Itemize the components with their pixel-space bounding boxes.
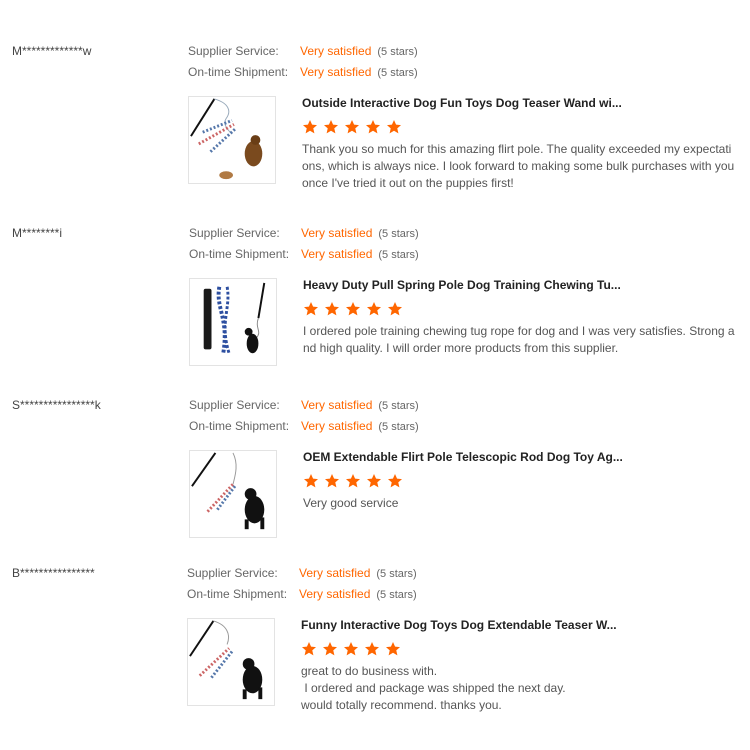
star-icon: [364, 641, 380, 657]
product-title-link[interactable]: Heavy Duty Pull Spring Pole Dog Training…: [303, 278, 621, 292]
reviewer-name: M********i: [12, 226, 63, 240]
reviewer-name: B****************: [12, 566, 95, 580]
on-time-shipment-label: On-time Shipment:: [188, 65, 289, 79]
extendable-teaser-wand-icon: [189, 620, 263, 700]
product-thumbnail[interactable]: [187, 618, 275, 706]
reviewer-name: S****************k: [12, 398, 101, 412]
on-time-shipment-stars: (5 stars): [377, 67, 418, 79]
review-text: Very good service: [303, 496, 399, 510]
on-time-shipment-label: On-time Shipment:: [189, 247, 290, 261]
supplier-service-label: Supplier Service:: [187, 566, 278, 580]
star-rating: [302, 119, 407, 135]
product-thumbnail[interactable]: [189, 450, 277, 538]
supplier-service-rating: Supplier Service: Very satisfied (5 stars): [187, 566, 417, 581]
star-icon: [366, 473, 382, 489]
telescopic-flirt-pole-icon: [191, 452, 265, 530]
supplier-service-stars: (5 stars): [377, 46, 418, 58]
supplier-service-rating: Supplier Service: Very satisfied (5 stars): [188, 44, 418, 59]
star-icon: [385, 641, 401, 657]
star-rating: [301, 641, 406, 657]
supplier-service-label: Supplier Service:: [189, 398, 280, 412]
star-icon: [324, 473, 340, 489]
supplier-service-stars: (5 stars): [378, 228, 419, 240]
supplier-service-label: Supplier Service:: [188, 44, 279, 58]
supplier-service-value: Very satisfied: [299, 566, 371, 580]
star-icon: [386, 119, 402, 135]
on-time-shipment-rating: On-time Shipment: Very satisfied (5 stars): [187, 587, 417, 602]
on-time-shipment-value: Very satisfied: [301, 419, 373, 433]
supplier-service-stars: (5 stars): [376, 568, 417, 580]
flirt-pole-toy-icon: [190, 98, 263, 180]
supplier-service-label: Supplier Service:: [189, 226, 280, 240]
star-icon: [365, 119, 381, 135]
supplier-service-value: Very satisfied: [301, 226, 373, 240]
product-thumbnail[interactable]: [189, 278, 277, 366]
star-icon: [303, 301, 319, 317]
star-icon: [387, 301, 403, 317]
on-time-shipment-label: On-time Shipment:: [187, 587, 288, 601]
on-time-shipment-rating: On-time Shipment: Very satisfied (5 stars): [189, 419, 419, 434]
on-time-shipment-value: Very satisfied: [300, 65, 372, 79]
supplier-service-rating: Supplier Service: Very satisfied (5 stars): [189, 398, 419, 413]
star-icon: [345, 473, 361, 489]
star-icon: [302, 119, 318, 135]
supplier-service-rating: Supplier Service: Very satisfied (5 stars): [189, 226, 419, 241]
supplier-service-stars: (5 stars): [378, 400, 419, 412]
on-time-shipment-value: Very satisfied: [301, 247, 373, 261]
review-text: I ordered pole training chewing tug rope…: [303, 324, 735, 355]
star-rating: [303, 473, 408, 489]
on-time-shipment-stars: (5 stars): [376, 589, 417, 601]
on-time-shipment-stars: (5 stars): [378, 249, 419, 261]
on-time-shipment-value: Very satisfied: [299, 587, 371, 601]
review-text: great to do business with. I ordered and…: [301, 664, 566, 712]
star-icon: [387, 473, 403, 489]
star-icon: [323, 119, 339, 135]
star-icon: [345, 301, 361, 317]
reviewer-name: M*************w: [12, 44, 92, 58]
supplier-service-value: Very satisfied: [300, 44, 372, 58]
product-title-link[interactable]: OEM Extendable Flirt Pole Telescopic Rod…: [303, 450, 623, 464]
spring-pole-tug-toy-icon: [203, 282, 266, 354]
product-thumbnail[interactable]: [188, 96, 276, 184]
on-time-shipment-rating: On-time Shipment: Very satisfied (5 stars): [188, 65, 418, 80]
star-icon: [343, 641, 359, 657]
star-rating: [303, 301, 408, 317]
product-title-link[interactable]: Outside Interactive Dog Fun Toys Dog Tea…: [302, 96, 622, 110]
on-time-shipment-stars: (5 stars): [378, 421, 419, 433]
on-time-shipment-rating: On-time Shipment: Very satisfied (5 stars): [189, 247, 419, 262]
star-icon: [303, 473, 319, 489]
star-icon: [366, 301, 382, 317]
star-icon: [322, 641, 338, 657]
star-icon: [301, 641, 317, 657]
supplier-service-value: Very satisfied: [301, 398, 373, 412]
star-icon: [344, 119, 360, 135]
product-title-link[interactable]: Funny Interactive Dog Toys Dog Extendabl…: [301, 618, 617, 632]
review-text: Thank you so much for this amazing flirt…: [302, 142, 735, 190]
on-time-shipment-label: On-time Shipment:: [189, 419, 290, 433]
star-icon: [324, 301, 340, 317]
